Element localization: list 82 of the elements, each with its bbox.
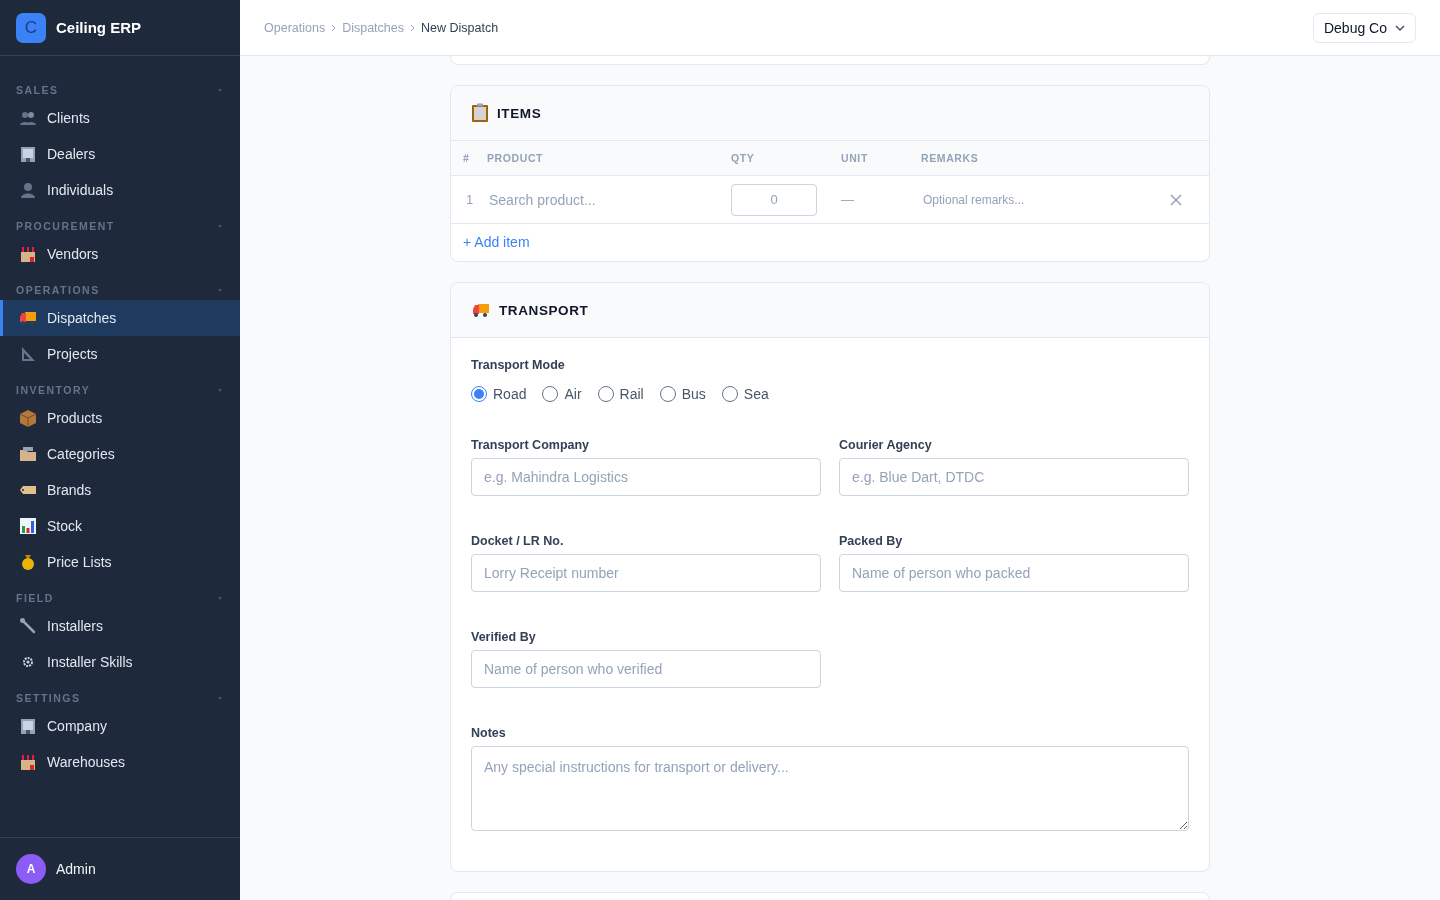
- bar-chart-icon: [19, 517, 37, 535]
- folder-icon: [19, 445, 37, 463]
- package-icon: [19, 409, 37, 427]
- person-icon: [19, 181, 37, 199]
- sidebar-item[interactable]: Brands: [0, 472, 240, 508]
- sidebar-item[interactable]: Categories: [0, 436, 240, 472]
- row-number: 1: [466, 192, 474, 207]
- radio-option[interactable]: Rail: [597, 386, 644, 402]
- field-label: Courier Agency: [839, 438, 933, 452]
- product-search-field[interactable]: Search product...: [487, 190, 731, 209]
- chevron-icon: [410, 23, 415, 32]
- chevron-down-icon: [1395, 24, 1405, 31]
- sidebar-item[interactable]: Dealers: [0, 136, 240, 172]
- radio-option[interactable]: Air: [542, 386, 582, 402]
- card-title: TRANSPORT: [499, 302, 589, 318]
- remarks-field[interactable]: Optional remarks...: [921, 191, 1169, 208]
- column-header: UNIT: [841, 151, 869, 166]
- sidebar-item[interactable]: Individuals: [0, 172, 240, 208]
- caret-icon[interactable]: [218, 696, 222, 700]
- wrench-icon: [19, 617, 37, 635]
- money-bag-icon: [19, 553, 37, 571]
- sidebar-item[interactable]: Installer Skills: [0, 644, 240, 680]
- column-header: QTY: [731, 151, 756, 166]
- triangle-ruler-icon: [19, 345, 37, 363]
- notes-field[interactable]: Any special instructions for transport or delivery...: [471, 746, 1189, 831]
- caret-icon[interactable]: [218, 388, 222, 392]
- company-select[interactable]: Debug Co: [1312, 12, 1416, 43]
- section-heading: SALES: [16, 84, 59, 96]
- people-icon: [19, 109, 37, 127]
- text-field[interactable]: Name of person who packed: [839, 554, 1189, 592]
- caret-icon[interactable]: [218, 88, 222, 92]
- unit-text: —: [841, 192, 854, 207]
- section-heading: FIELD: [16, 592, 54, 604]
- card-title: ITEMS: [497, 105, 542, 121]
- chevron-icon: [331, 23, 337, 32]
- sidebar-item[interactable]: Clients: [0, 100, 240, 136]
- caret-icon[interactable]: [218, 288, 222, 292]
- sidebar-item[interactable]: Warehouses: [0, 744, 240, 780]
- column-header: PRODUCT: [487, 151, 545, 166]
- caret-icon[interactable]: [218, 596, 222, 600]
- close-icon[interactable]: [1169, 192, 1183, 207]
- column-header: #: [462, 151, 471, 166]
- section-heading: SETTINGS: [16, 692, 81, 704]
- sidebar-item[interactable]: Vendors: [0, 236, 240, 272]
- section-heading: PROCUREMENT: [16, 220, 115, 232]
- factory-icon: [19, 245, 37, 263]
- field-label: Notes: [471, 726, 507, 740]
- factory-icon: [19, 753, 37, 771]
- radio-option[interactable]: Sea: [721, 386, 769, 402]
- truck-icon: [471, 301, 491, 319]
- field-label: Packed By: [839, 534, 904, 548]
- section-heading: INVENTORY: [16, 384, 91, 396]
- user-avatar[interactable]: A: [16, 854, 46, 884]
- field-label: Transport Company: [471, 438, 591, 452]
- section-heading: OPERATIONS: [16, 284, 100, 296]
- text-field[interactable]: e.g. Mahindra Logistics: [471, 458, 821, 496]
- clipboard-icon: [471, 103, 489, 123]
- breadcrumb: New Dispatch: [421, 20, 499, 35]
- sidebar-item[interactable]: Stock: [0, 508, 240, 544]
- column-header: REMARKS: [921, 151, 980, 166]
- field-label: Transport Mode: [471, 358, 566, 372]
- text-field[interactable]: e.g. Blue Dart, DTDC: [839, 458, 1189, 496]
- radio-option[interactable]: Bus: [659, 386, 706, 402]
- sidebar-item[interactable]: Price Lists: [0, 544, 240, 580]
- app-logo: C: [16, 12, 46, 43]
- sidebar-item[interactable]: Installers: [0, 608, 240, 644]
- sidebar-item[interactable]: Dispatches: [0, 300, 240, 336]
- field-label: Docket / LR No.: [471, 534, 565, 548]
- sidebar-item[interactable]: Company: [0, 708, 240, 744]
- truck-icon: [19, 309, 37, 327]
- caret-icon[interactable]: [218, 224, 222, 228]
- field-label: Verified By: [471, 630, 537, 644]
- sidebar-item[interactable]: Projects: [0, 336, 240, 372]
- office-building-icon: [19, 145, 37, 163]
- app-name: Ceiling ERP: [56, 19, 141, 36]
- radio-option[interactable]: Road: [471, 386, 527, 402]
- user-name: Admin: [56, 861, 96, 877]
- sidebar-item[interactable]: Products: [0, 400, 240, 436]
- add-item-link[interactable]: + Add item: [451, 224, 542, 261]
- text-field[interactable]: Lorry Receipt number: [471, 554, 821, 592]
- text-field[interactable]: Name of person who verified: [471, 650, 821, 688]
- office-building-icon: [19, 717, 37, 735]
